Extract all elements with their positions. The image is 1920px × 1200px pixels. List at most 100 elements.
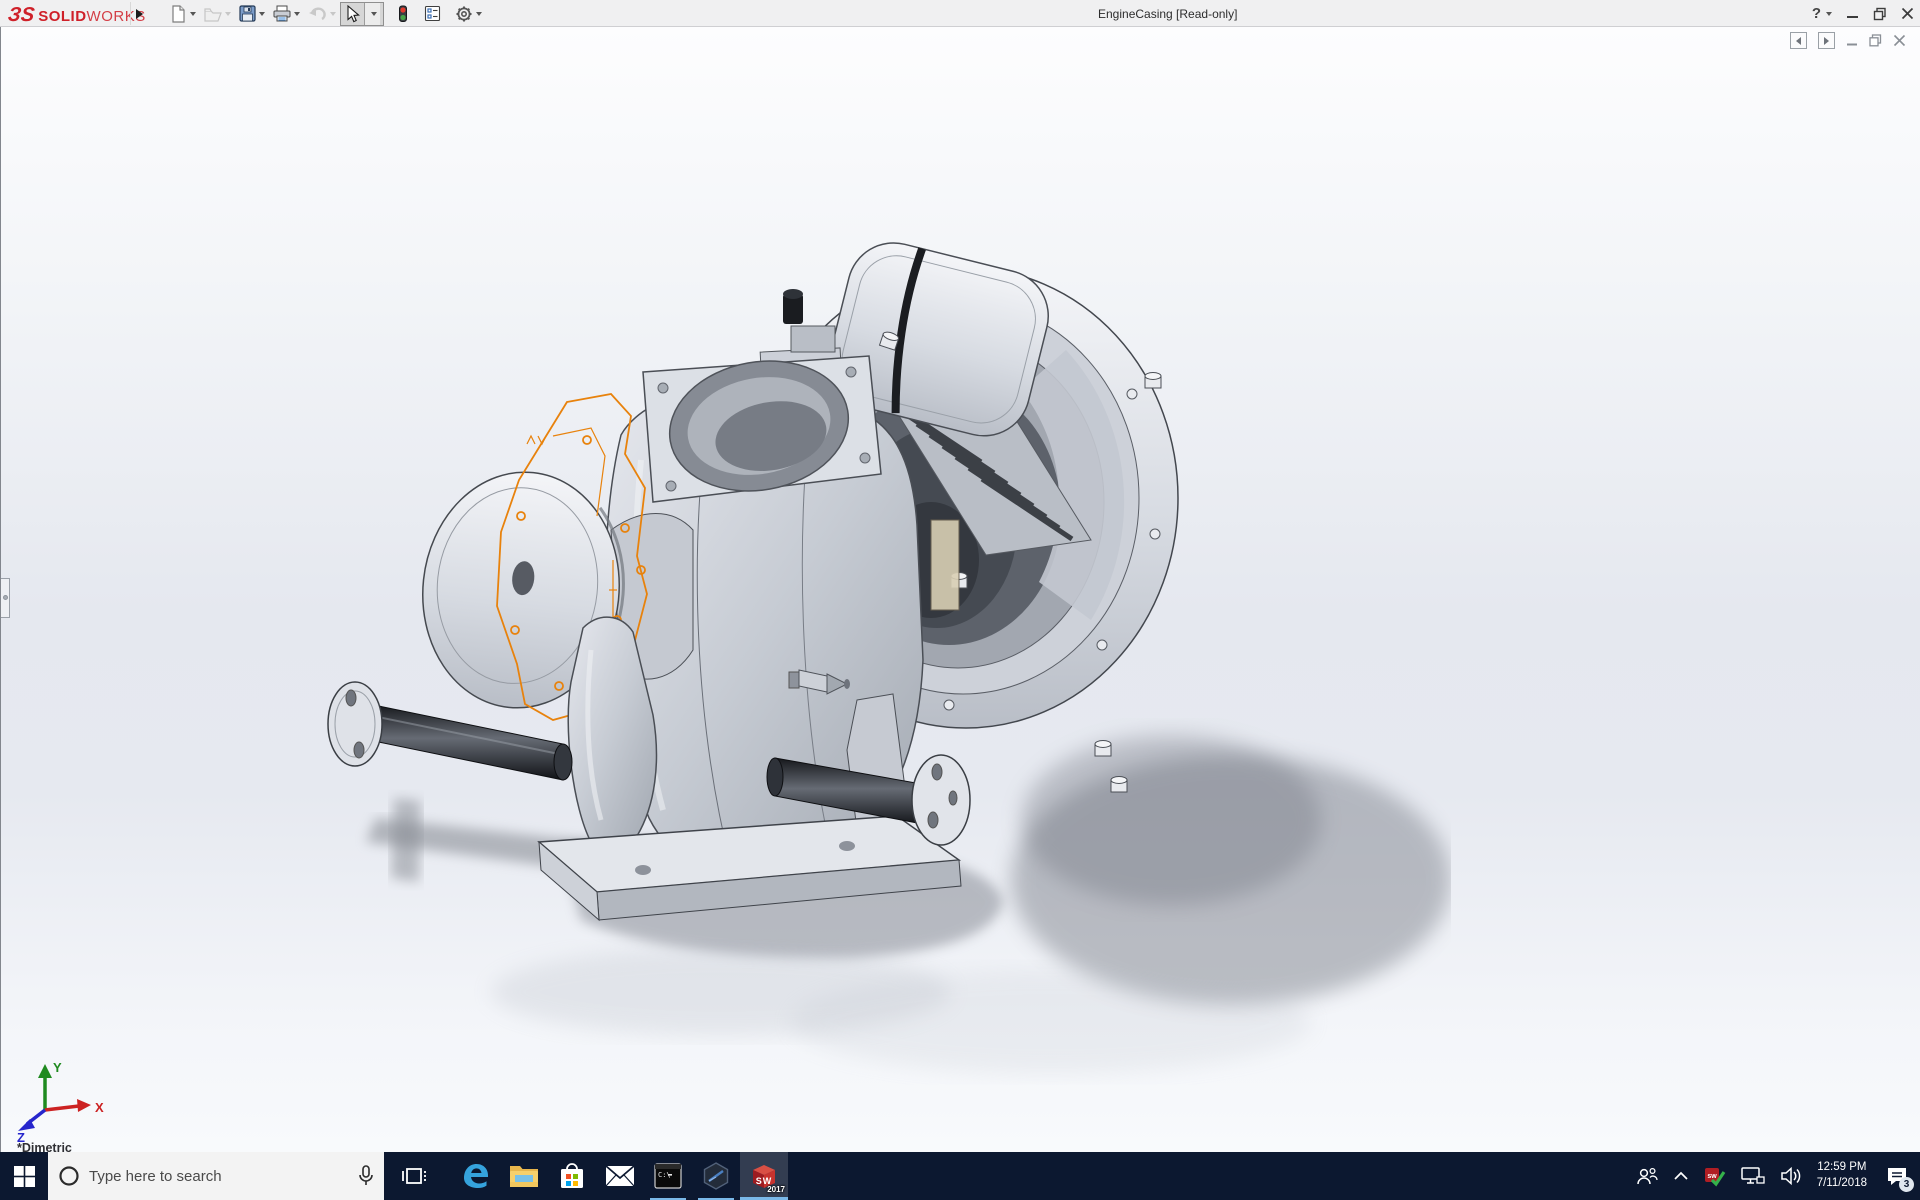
svg-text:sw: sw [1707,1173,1717,1180]
new-document-icon [172,4,185,23]
pane-left-arrow-icon [1796,36,1801,45]
windows-logo-icon [13,1165,35,1187]
hexagon-app-icon [703,1162,729,1190]
restore-icon [1873,7,1886,20]
x-axis-label: X [95,1100,104,1115]
help-label: ? [1811,5,1821,22]
close-icon [1901,7,1914,20]
save-button[interactable] [235,2,269,26]
people-icon [1636,1167,1658,1185]
undo-dropdown-caret [330,11,336,16]
select-dropdown-cell[interactable] [364,2,380,25]
options-button[interactable] [451,2,486,26]
network-icon [1740,1167,1765,1184]
solidworks-window: ЗS SOLID WORKS EngineCasing [Read-only] … [0,0,1920,1200]
new-dropdown-caret[interactable] [190,11,196,16]
panel-tab-dot-icon [3,595,8,600]
clock-date: 7/11/2018 [1816,1177,1867,1189]
search-input[interactable] [89,1167,349,1185]
microphone-icon[interactable] [358,1165,374,1187]
doc-restore-button[interactable] [1869,34,1882,47]
solidworks-monitor-button[interactable]: sw [1702,1164,1728,1189]
y-axis-arrow [38,1064,52,1078]
hidden-icons-button[interactable] [1671,1169,1691,1183]
hexagon-app-button[interactable] [692,1152,740,1200]
doc-close-button[interactable] [1893,34,1906,47]
task-view-button[interactable] [390,1152,438,1200]
solidworks-year-label: 2017 [767,1185,785,1194]
file-properties-icon [424,5,441,22]
taskbar-clock[interactable]: 12:59 PM 7/11/2018 [1817,1160,1867,1191]
main-toolbar [166,1,486,26]
y-axis-label: Y [53,1060,62,1075]
undo-button[interactable] [304,2,340,26]
doc-restore-icon [1869,34,1882,47]
microsoft-store-button[interactable] [548,1152,596,1200]
options-dropdown-caret[interactable] [476,11,482,16]
open-icon [204,7,222,22]
save-dropdown-caret[interactable] [259,11,265,16]
volume-button[interactable] [1778,1164,1806,1188]
edge-icon [464,1164,488,1188]
cortana-icon [59,1166,79,1186]
task-view-icon [402,1168,426,1184]
gear-icon [456,6,472,21]
print-button[interactable] [269,2,304,26]
show-right-pane-button[interactable] [1818,32,1835,49]
mail-button[interactable] [596,1152,644,1200]
open-dropdown-caret [225,11,231,16]
flyout-arrow-icon [136,8,143,19]
clock-time: 12:59 PM [1817,1161,1867,1174]
solidworks-logo: ЗS SOLID WORKS [6,0,146,27]
document-window-controls [1790,32,1906,49]
graphics-area[interactable]: Y X Z *Dimetric [0,27,1920,1152]
file-properties-button[interactable] [420,2,445,26]
volume-icon [1780,1166,1801,1186]
solidworks-monitor-icon: sw [1704,1167,1726,1187]
window-title: EngineCasing [Read-only] [1098,6,1238,21]
help-dropdown-caret [1826,11,1832,16]
select-cursor-icon [347,4,360,22]
pane-right-arrow-icon [1824,36,1829,45]
show-left-pane-button[interactable] [1790,32,1807,49]
edge-button[interactable] [452,1152,500,1200]
mail-icon [605,1165,635,1187]
command-prompt-button[interactable]: C:\ [644,1152,692,1200]
solidworks-2017-button[interactable]: SW 2017 [740,1152,788,1200]
action-center-badge: 3 [1899,1176,1914,1192]
network-button[interactable] [1739,1164,1767,1188]
view-orientation-label: *Dimetric [17,1141,72,1152]
titlebar: ЗS SOLID WORKS EngineCasing [Read-only] … [0,0,1920,27]
app-close-button[interactable] [1901,7,1914,20]
app-minimize-button[interactable] [1846,7,1859,20]
doc-minimize-button[interactable] [1846,35,1858,47]
undo-icon [309,7,326,21]
doc-minimize-icon [1847,43,1857,45]
chevron-up-icon [1674,1171,1688,1180]
open-button[interactable] [200,2,235,26]
microsoft-store-icon [561,1163,583,1188]
new-document-button[interactable] [166,2,200,26]
system-tray: sw 12:59 PM 7/11/2018 3 [1634,1152,1920,1200]
print-dropdown-caret[interactable] [294,11,300,16]
featuremanager-collapsed-tab[interactable] [1,578,10,618]
rebuild-button[interactable] [392,2,414,26]
app-restore-button[interactable] [1873,7,1887,21]
x-axis-arrow [77,1099,91,1112]
rebuild-traffic-light-icon [399,5,407,22]
print-icon [273,5,291,22]
window-controls: ? [1812,0,1914,27]
brand-solid: SOLID [38,8,87,25]
action-center-button[interactable]: 3 [1884,1164,1914,1192]
people-button[interactable] [1634,1164,1660,1188]
select-tool-button[interactable] [340,1,384,26]
file-explorer-button[interactable] [500,1152,548,1200]
start-button[interactable] [0,1152,48,1200]
doc-close-icon [1893,34,1906,47]
menu-flyout-button[interactable] [130,2,148,25]
file-explorer-icon [510,1166,538,1187]
ds-logo-symbol: ЗS [6,4,36,26]
taskbar-search[interactable] [48,1152,384,1200]
help-button[interactable]: ? [1812,5,1832,22]
engine-casing-model[interactable] [291,230,1451,1130]
